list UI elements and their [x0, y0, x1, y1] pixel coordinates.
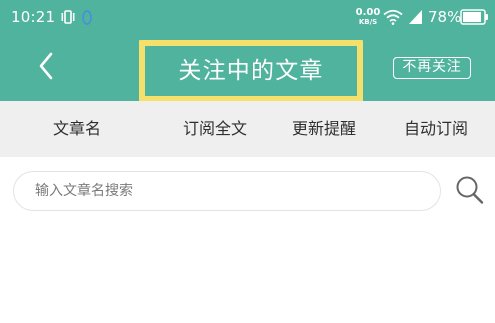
back-button[interactable]: [33, 49, 61, 83]
battery-icon: [460, 8, 490, 26]
column-header-row: 文章名 订阅全文 更新提醒 自动订阅: [0, 101, 495, 157]
ring-icon: [81, 9, 93, 26]
network-speed: 0.00 KB/S: [352, 7, 384, 29]
chevron-left-icon: [39, 52, 53, 80]
network-speed-unit: KB/S: [358, 18, 378, 26]
column-auto-subscribe: 自动订阅: [404, 119, 469, 138]
search-icon[interactable]: [455, 175, 484, 205]
battery-level: 78%: [428, 8, 462, 26]
unfollow-button[interactable]: 不再关注: [393, 57, 471, 79]
column-subscribe-full: 订阅全文: [183, 119, 248, 138]
page-title: 关注中的文章: [178, 58, 324, 84]
column-update-reminder: 更新提醒: [292, 119, 357, 138]
top-bar: 10:21 0.00 KB/S 78% 关注中的文章 不再关注: [0, 0, 495, 102]
search-input[interactable]: [13, 171, 441, 211]
status-bar: 10:21 0.00 KB/S 78%: [0, 0, 495, 34]
column-article-name: 文章名: [53, 119, 102, 138]
status-time: 10:21: [11, 8, 56, 26]
network-speed-value: 0.00: [355, 7, 381, 18]
wifi-icon: [383, 9, 403, 25]
vibrate-icon: [59, 9, 77, 25]
signal-icon: [408, 9, 423, 25]
